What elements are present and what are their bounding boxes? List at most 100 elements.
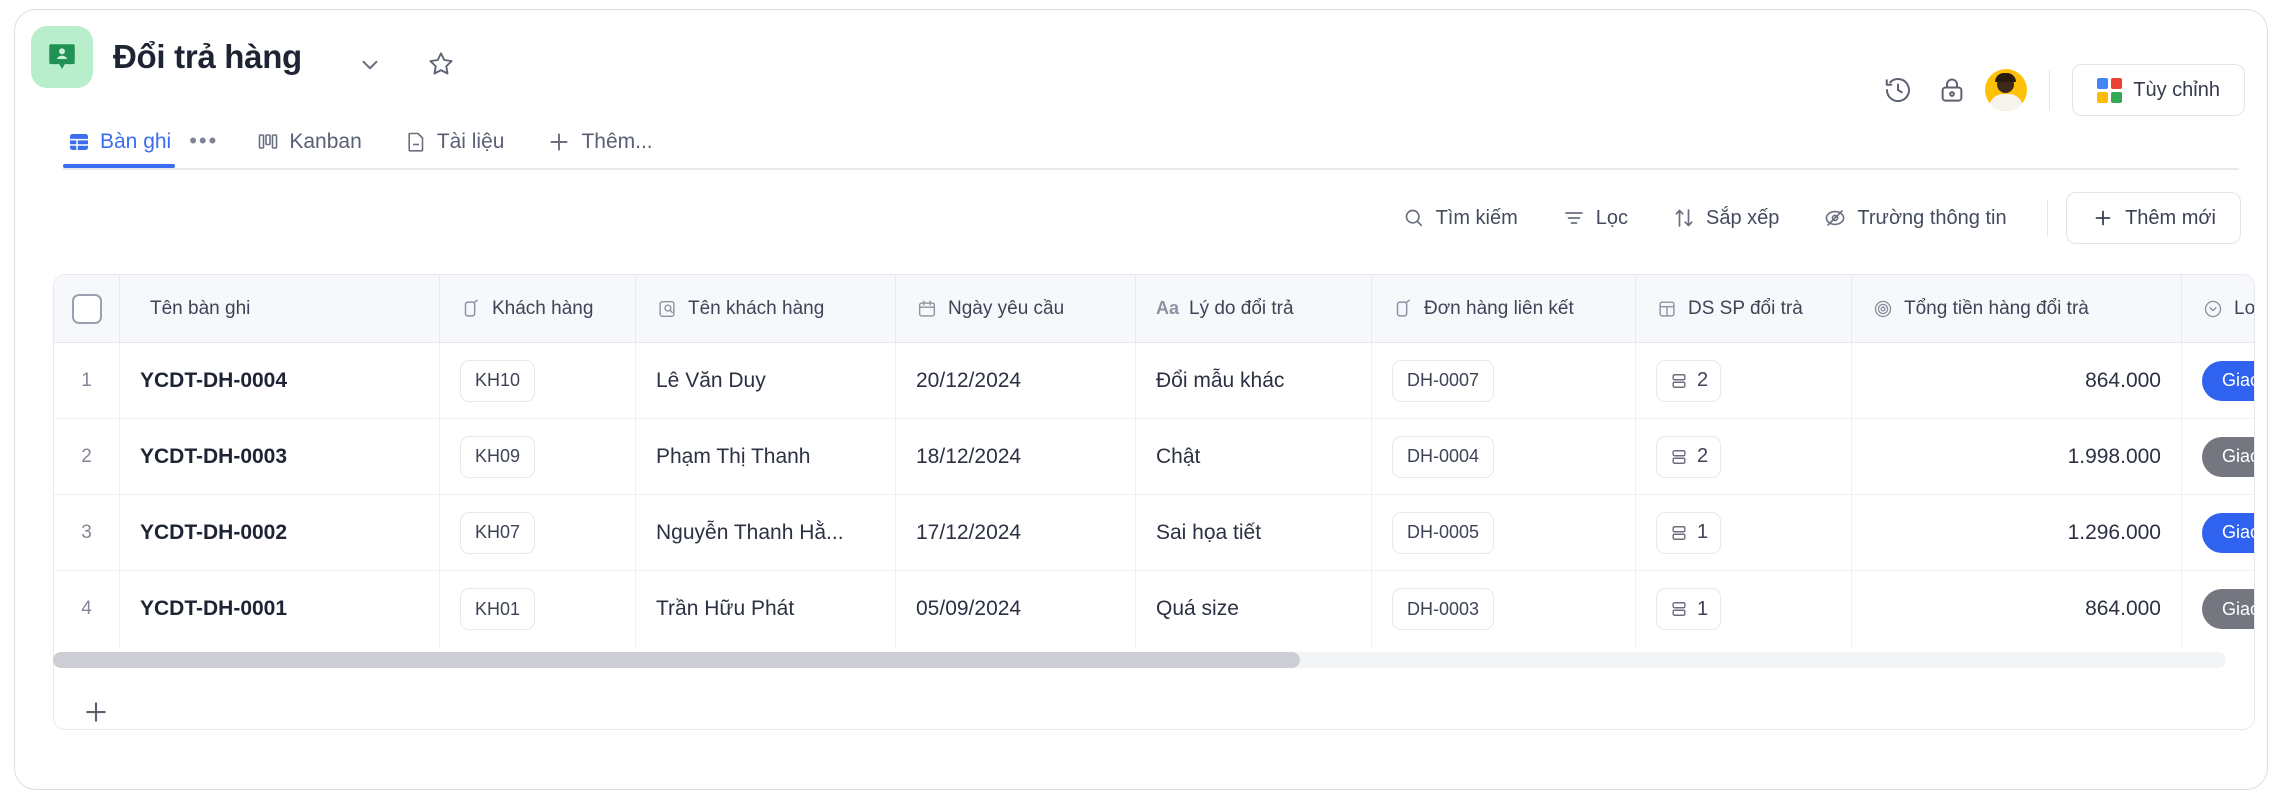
cell-ten-ban-ghi[interactable]: YCDT-DH-0002 [120, 495, 440, 570]
cell-tong-tien[interactable]: 864.000 [1852, 571, 2182, 647]
fields-button[interactable]: Trường thông tin [1801, 194, 2028, 242]
column-header-ly-do[interactable]: Aa Lý do đổi trả [1136, 275, 1372, 342]
cell-ly-do[interactable]: Đổi mẫu khác [1136, 343, 1372, 418]
cell-ly-do[interactable]: Quá size [1136, 571, 1372, 647]
cell-khach-hang[interactable]: KH01 [440, 571, 636, 647]
cell-khach-hang[interactable]: KH09 [440, 419, 636, 494]
color-grid-icon [2097, 77, 2123, 103]
cell-ten-khach-hang[interactable]: Phạm Thị Thanh [636, 419, 896, 494]
table-row[interactable]: 4 YCDT-DH-0001 KH01 Trần Hữu Phát 05/09/… [54, 571, 2254, 647]
cell-ten-ban-ghi[interactable]: YCDT-DH-0003 [120, 419, 440, 494]
cell-ly-do[interactable]: Chật [1136, 419, 1372, 494]
horizontal-scrollbar-track[interactable] [53, 652, 2226, 668]
add-new-button[interactable]: Thêm mới [2066, 192, 2241, 244]
checkbox-unchecked-icon[interactable] [71, 293, 102, 324]
tab-tai-lieu[interactable]: Tài liệu [400, 116, 509, 168]
cell-ten-khach-hang[interactable]: Lê Văn Duy [636, 343, 896, 418]
cell-ten-khach-hang[interactable]: Nguyễn Thanh Hằ... [636, 495, 896, 570]
column-header-ds-sp[interactable]: DS SP đổi trà [1636, 275, 1852, 342]
cell-loai-giao[interactable]: Giao vận chuyển [2182, 343, 2254, 418]
lock-icon[interactable] [1925, 65, 1979, 115]
sort-button[interactable]: Sắp xếp [1650, 194, 1801, 242]
plus-icon[interactable] [81, 697, 111, 727]
cell-ten-ban-ghi[interactable]: YCDT-DH-0004 [120, 343, 440, 418]
status-badge[interactable]: Giao tại cửa hàng [2202, 436, 2254, 477]
cell-khach-hang[interactable]: KH10 [440, 343, 636, 418]
record-chip[interactable]: DH-0003 [1392, 588, 1495, 630]
table-row[interactable]: 3 YCDT-DH-0002 KH07 Nguyễn Thanh Hằ... 1… [54, 495, 2254, 571]
record-chip[interactable]: KH01 [460, 588, 536, 630]
chevron-down-icon[interactable] [355, 50, 385, 80]
column-label: Ngày yêu cầu [948, 297, 1065, 319]
cell-ds-sp[interactable]: 1 [1636, 495, 1852, 570]
column-header-khach-hang[interactable]: Khách hàng [440, 275, 636, 342]
column-header-don-hang-lien-ket[interactable]: Đơn hàng liên kết [1372, 275, 1636, 342]
cell-don-hang[interactable]: DH-0003 [1372, 571, 1636, 647]
status-badge[interactable]: Giao vận chuyển [2202, 360, 2254, 401]
record-chip[interactable]: KH09 [460, 435, 536, 478]
search-button[interactable]: Tìm kiếm [1380, 194, 1540, 242]
record-count-chip[interactable]: 2 [1656, 359, 1722, 402]
table-row[interactable]: 1 YCDT-DH-0004 KH10 Lê Văn Duy 20/12/202… [54, 343, 2254, 419]
record-count-chip[interactable]: 2 [1656, 435, 1722, 478]
avatar[interactable] [1985, 69, 2028, 111]
star-outline-icon[interactable] [425, 48, 457, 80]
customize-button[interactable]: Tùy chỉnh [2072, 64, 2245, 116]
text-aa-icon: Aa [1156, 298, 1180, 318]
cell-ten-ban-ghi[interactable]: YCDT-DH-0001 [120, 571, 440, 647]
cell-don-hang[interactable]: DH-0004 [1372, 419, 1636, 494]
single-select-icon [2202, 298, 2224, 320]
app-header: Đổi trả hàng Tùy chỉnh [15, 10, 2267, 116]
cell-ngay-yeu-cau[interactable]: 20/12/2024 [896, 343, 1136, 418]
cell-tong-tien[interactable]: 1.998.000 [1852, 419, 2182, 494]
status-badge[interactable]: Giao vận chuyển [2202, 512, 2254, 553]
record-chip[interactable]: DH-0004 [1392, 435, 1495, 478]
tab-overflow-button[interactable]: ••• [189, 116, 218, 154]
column-label: Lý do đổi trả [1189, 297, 1294, 319]
record-chip[interactable]: DH-0007 [1392, 359, 1495, 402]
clock-history-icon[interactable] [1871, 65, 1925, 115]
cell-ds-sp[interactable]: 2 [1636, 419, 1852, 494]
count-value: 2 [1697, 445, 1709, 467]
contact-card-icon [31, 26, 93, 88]
cell-ten-khach-hang[interactable]: Trần Hữu Phát [636, 571, 896, 647]
cell-ngay-yeu-cau[interactable]: 05/09/2024 [896, 571, 1136, 647]
column-header-loai-giao-nhan[interactable]: Loại giao nhận hàng [2182, 275, 2254, 342]
record-count-chip[interactable]: 1 [1656, 588, 1722, 630]
cell-ds-sp[interactable]: 2 [1636, 343, 1852, 418]
column-header-ngay-yeu-cau[interactable]: Ngày yêu cầu [896, 275, 1136, 342]
tab-them[interactable]: Thêm... [542, 116, 656, 168]
plus-icon [2091, 206, 2115, 230]
cell-loai-giao[interactable]: Giao tại cửa hàng [2182, 571, 2254, 647]
column-header-ten-khach-hang[interactable]: Tên khách hàng [636, 275, 896, 342]
cell-ds-sp[interactable]: 1 [1636, 571, 1852, 647]
record-chip[interactable]: KH07 [460, 511, 536, 554]
cell-ly-do[interactable]: Sai họa tiết [1136, 495, 1372, 570]
filter-label: Lọc [1595, 206, 1629, 229]
tab-kanban[interactable]: Kanban [252, 116, 365, 168]
tab-ban-ghi[interactable]: Bàn ghi [63, 116, 176, 168]
cell-khach-hang[interactable]: KH07 [440, 495, 636, 570]
status-badge[interactable]: Giao tại cửa hàng [2202, 589, 2254, 629]
horizontal-scrollbar-thumb[interactable] [53, 652, 1300, 668]
cell-loai-giao[interactable]: Giao tại cửa hàng [2182, 419, 2254, 494]
cell-tong-tien[interactable]: 864.000 [1852, 343, 2182, 418]
cell-tong-tien[interactable]: 1.296.000 [1852, 495, 2182, 570]
record-count-chip[interactable]: 1 [1656, 511, 1722, 554]
table-header-row: Tên bàn ghi Khách hàng Tên khách hàng Ng… [54, 275, 2254, 343]
record-chip[interactable]: DH-0005 [1392, 511, 1495, 554]
cell-ngay-yeu-cau[interactable]: 17/12/2024 [896, 495, 1136, 570]
cell-loai-giao[interactable]: Giao vận chuyển [2182, 495, 2254, 570]
cell-don-hang[interactable]: DH-0007 [1372, 343, 1636, 418]
select-all-header[interactable] [54, 275, 120, 342]
add-record-row[interactable] [53, 672, 2255, 752]
table-row[interactable]: 2 YCDT-DH-0003 KH09 Phạm Thị Thanh 18/12… [54, 419, 2254, 495]
column-header-tong-tien[interactable]: Tổng tiền hàng đổi trà [1852, 275, 2182, 342]
hidden-field-icon [1823, 206, 1847, 230]
cell-don-hang[interactable]: DH-0005 [1372, 495, 1636, 570]
column-label: Đơn hàng liên kết [1424, 297, 1574, 319]
cell-ngay-yeu-cau[interactable]: 18/12/2024 [896, 419, 1136, 494]
record-chip[interactable]: KH10 [460, 359, 536, 402]
filter-button[interactable]: Lọc [1540, 194, 1650, 242]
column-header-ten-ban-ghi[interactable]: Tên bàn ghi [120, 275, 440, 342]
